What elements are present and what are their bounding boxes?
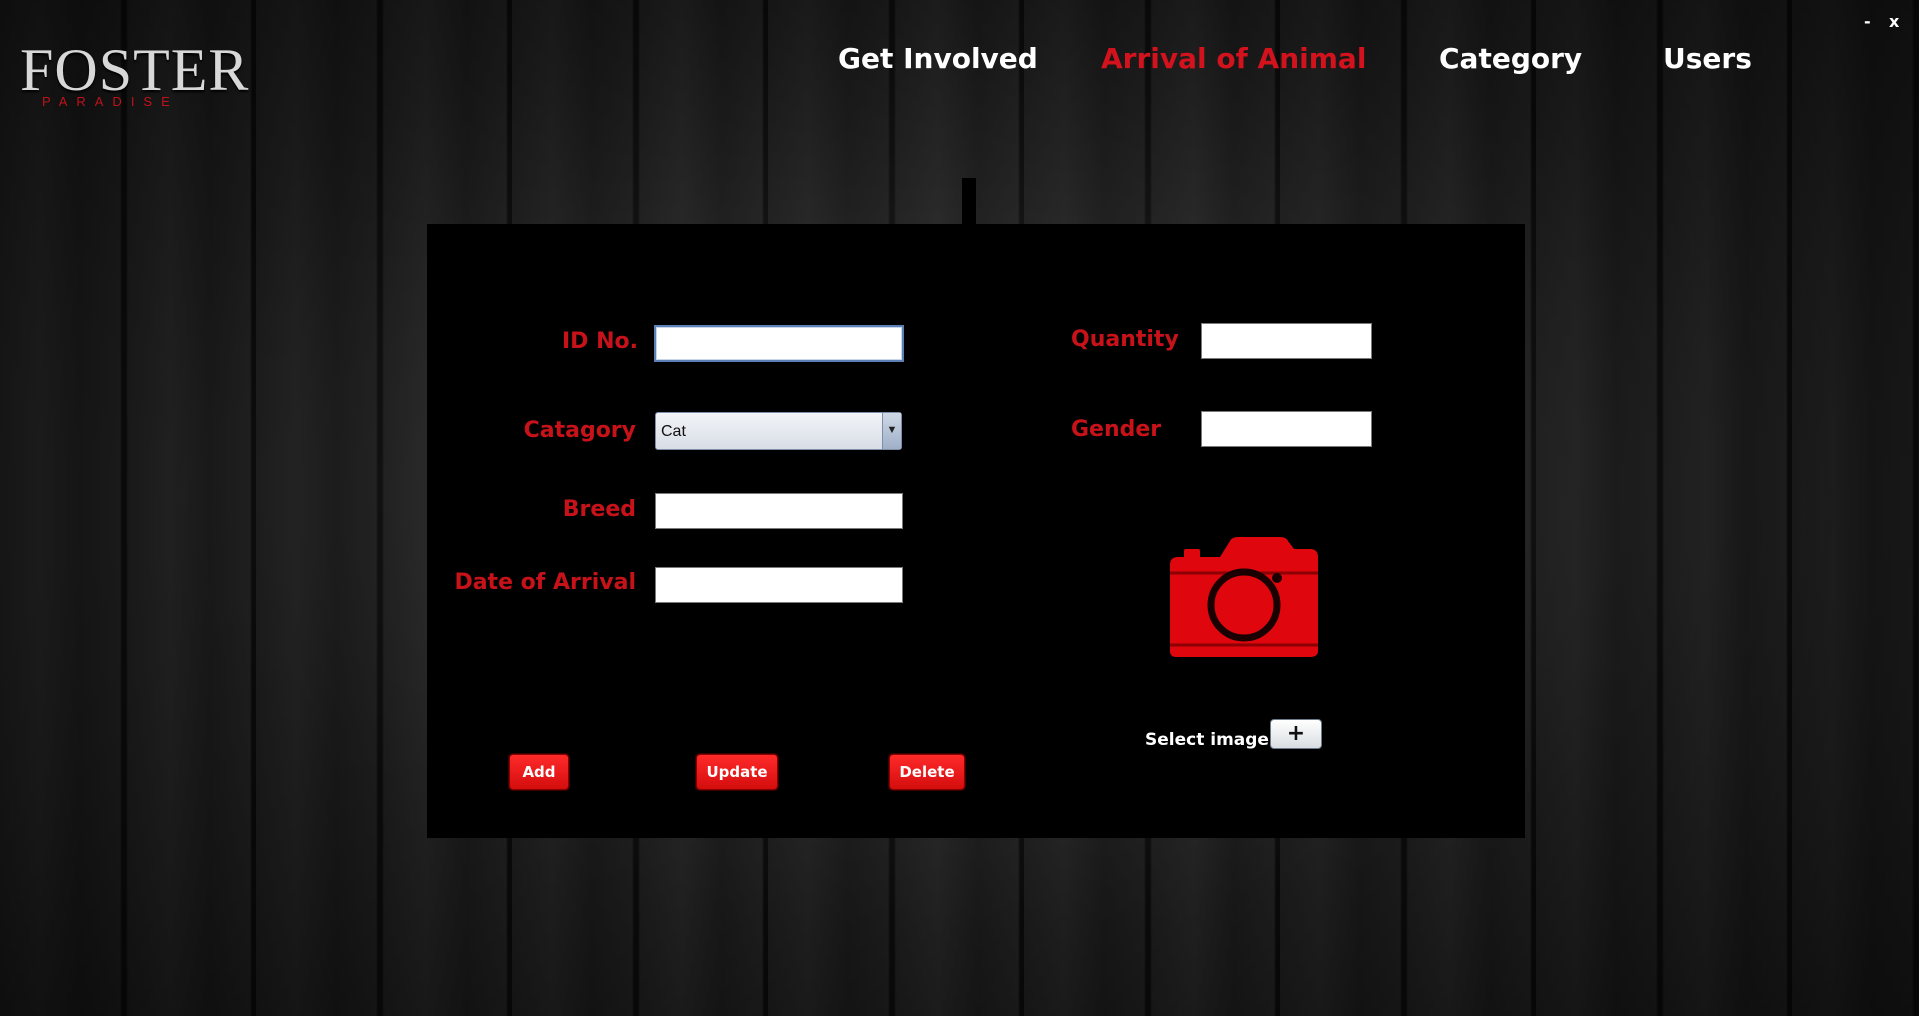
breed-input[interactable] xyxy=(655,493,903,529)
delete-button[interactable]: Delete xyxy=(889,754,965,790)
arrival-form-panel xyxy=(427,224,1525,838)
category-select[interactable]: Cat ▼ xyxy=(655,412,902,450)
nav-category[interactable]: Category xyxy=(1439,42,1582,75)
logo-subtext: PARADISE xyxy=(42,94,179,109)
quantity-input[interactable] xyxy=(1201,323,1372,359)
nav-get-involved[interactable]: Get Involved xyxy=(838,42,1038,75)
id-label: ID No. xyxy=(562,329,638,354)
date-of-arrival-label: Date of Arrival xyxy=(454,570,636,595)
minimize-button[interactable]: - xyxy=(1864,12,1871,31)
close-button[interactable]: x xyxy=(1889,12,1899,31)
select-image-label: Select image xyxy=(1145,730,1269,750)
nav-users[interactable]: Users xyxy=(1663,42,1752,75)
app-logo: FOSTER PARADISE xyxy=(20,40,248,110)
update-button[interactable]: Update xyxy=(696,754,778,790)
category-label: Catagory xyxy=(523,418,636,443)
gender-input[interactable] xyxy=(1201,411,1372,447)
gender-label: Gender xyxy=(1071,417,1162,442)
logo-text: FOSTER xyxy=(20,37,250,103)
chevron-down-icon[interactable]: ▼ xyxy=(882,413,901,449)
nav-arrival-of-animal[interactable]: Arrival of Animal xyxy=(1101,42,1366,75)
date-of-arrival-input[interactable] xyxy=(655,567,903,603)
quantity-label: Quantity xyxy=(1071,327,1179,352)
select-image-button[interactable]: + xyxy=(1270,719,1322,749)
camera-icon[interactable] xyxy=(1168,535,1320,659)
panel-hanger xyxy=(962,178,976,224)
breed-label: Breed xyxy=(562,497,636,522)
category-selected-value: Cat xyxy=(661,423,686,440)
id-input[interactable] xyxy=(654,325,904,362)
add-button[interactable]: Add xyxy=(509,754,569,790)
